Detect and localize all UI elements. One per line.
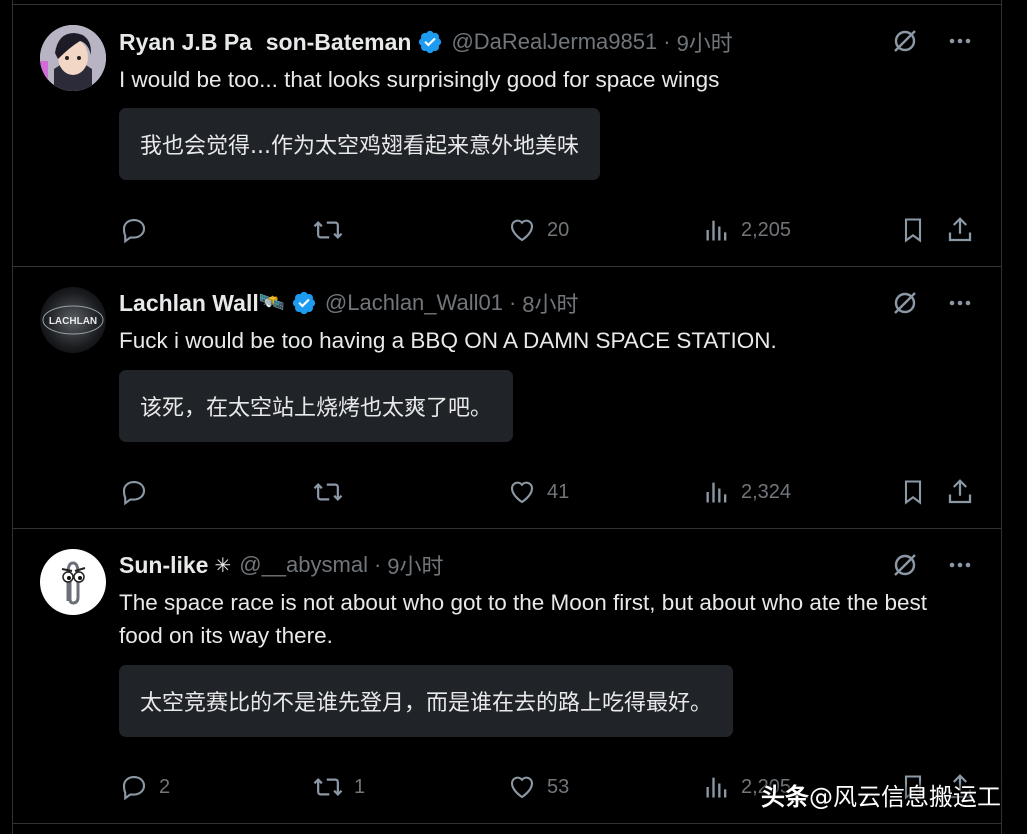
timestamp[interactable]: 9小时 <box>387 549 443 581</box>
avatar[interactable]: LACHLAN <box>40 287 106 353</box>
grok-icon[interactable] <box>891 551 919 584</box>
share-icon <box>948 479 972 504</box>
avatar[interactable] <box>40 25 106 91</box>
reply-count: 2 <box>159 775 171 798</box>
reply-icon <box>122 218 146 244</box>
tweet-1[interactable]: Ryan J.B Pa son-Bateman @DaRealJerma9851… <box>13 5 1001 267</box>
avatar[interactable] <box>40 549 106 615</box>
action-bar: 20 2,205 <box>119 212 979 248</box>
view-count: 2,205 <box>741 218 792 241</box>
tweet-2[interactable]: LACHLAN Lachlan Wall 🛰️ @Lachlan_Wall01 … <box>13 267 1001 529</box>
column-border-right <box>1001 0 1002 834</box>
grok-icon[interactable] <box>891 27 919 60</box>
tweet-header: Lachlan Wall 🛰️ @Lachlan_Wall01 · 8小时 <box>119 287 579 319</box>
display-name[interactable]: Sun-like <box>119 552 208 579</box>
views-button[interactable]: 2,205 <box>703 212 791 248</box>
views-button[interactable]: 2,324 <box>703 474 791 510</box>
views-icon <box>706 482 727 503</box>
reply-icon <box>122 480 146 506</box>
user-handle[interactable]: @DaRealJerma9851 <box>451 29 657 55</box>
like-button[interactable]: 20 <box>507 212 569 248</box>
verified-badge-icon <box>417 29 443 55</box>
tweet-top-actions <box>891 289 973 322</box>
watermark: 头条@风云信息搬运工 <box>761 777 1001 812</box>
repost-button[interactable]: 1 <box>312 769 365 805</box>
bookmark-button[interactable] <box>899 212 927 248</box>
share-button[interactable] <box>945 474 975 510</box>
tweet-text: Fuck i would be too having a BBQ ON A DA… <box>119 328 777 353</box>
views-icon <box>706 777 727 798</box>
tweet-header: Ryan J.B Pa son-Bateman @DaRealJerma9851… <box>119 26 733 58</box>
like-button[interactable]: 41 <box>507 474 569 510</box>
translation-box: 太空竞赛比的不是谁先登月，而是谁在去的路上吃得最好。 <box>119 665 734 737</box>
translation-box: 我也会觉得...作为太空鸡翅看起来意外地美味 <box>119 108 600 180</box>
satellite-emoji: 🛰️ <box>258 291 285 314</box>
more-icon[interactable] <box>947 290 973 321</box>
bookmark-icon <box>904 480 922 505</box>
like-icon <box>510 776 534 799</box>
views-icon <box>706 220 727 241</box>
translation-box: 该死，在太空站上烧烤也太爽了吧。 <box>119 370 514 442</box>
share-button[interactable] <box>945 212 975 248</box>
watermark-brand: 头条 <box>761 783 809 811</box>
user-handle[interactable]: @__abysmal <box>239 552 368 578</box>
user-handle[interactable]: @Lachlan_Wall01 <box>325 290 503 316</box>
share-icon <box>948 217 972 242</box>
bookmark-button[interactable] <box>899 474 927 510</box>
tweet-top-actions <box>891 27 973 60</box>
repost-icon <box>313 221 343 239</box>
display-name[interactable]: Lachlan Wall <box>119 290 259 317</box>
display-name[interactable]: Ryan J.B Pa son-Bateman <box>119 29 411 56</box>
like-count: 20 <box>547 218 570 241</box>
repost-button[interactable] <box>312 474 354 510</box>
grok-icon[interactable] <box>891 289 919 322</box>
like-icon <box>510 219 534 242</box>
watermark-account: @风云信息搬运工 <box>809 783 1001 811</box>
like-count: 53 <box>547 775 570 798</box>
like-button[interactable]: 53 <box>507 769 569 805</box>
verified-badge-icon <box>291 290 317 316</box>
reply-button[interactable] <box>119 474 159 510</box>
tweet-text: I would be too... that looks surprisingl… <box>119 67 720 92</box>
separator-dot: · <box>508 290 517 315</box>
timestamp[interactable]: 9小时 <box>677 26 733 58</box>
like-icon <box>510 481 534 504</box>
reply-icon <box>122 775 146 801</box>
reply-button[interactable]: 2 <box>119 769 170 805</box>
repost-button[interactable] <box>312 212 354 248</box>
timestamp[interactable]: 8小时 <box>522 287 578 319</box>
tweet-top-actions <box>891 551 973 584</box>
separator-dot: · <box>663 29 671 54</box>
action-bar: 41 2,324 <box>119 474 979 510</box>
more-icon[interactable] <box>947 28 973 59</box>
like-count: 41 <box>547 480 570 503</box>
repost-icon <box>313 778 343 796</box>
more-icon[interactable] <box>947 552 973 583</box>
timeline-feed: Ryan J.B Pa son-Bateman @DaRealJerma9851… <box>0 0 1027 834</box>
tweet-text: The space race is not about who got to t… <box>119 590 928 648</box>
sparkle-emoji: ✳ <box>214 554 232 577</box>
bookmark-icon <box>904 218 922 243</box>
reply-button[interactable] <box>119 212 159 248</box>
avatar-text: LACHLAN <box>49 316 97 327</box>
separator-dot: · <box>373 552 382 577</box>
view-count: 2,324 <box>741 480 792 503</box>
tweet-header: Sun-like ✳ @__abysmal · 9小时 <box>119 549 444 581</box>
repost-icon <box>313 483 343 501</box>
repost-count: 1 <box>354 775 366 798</box>
